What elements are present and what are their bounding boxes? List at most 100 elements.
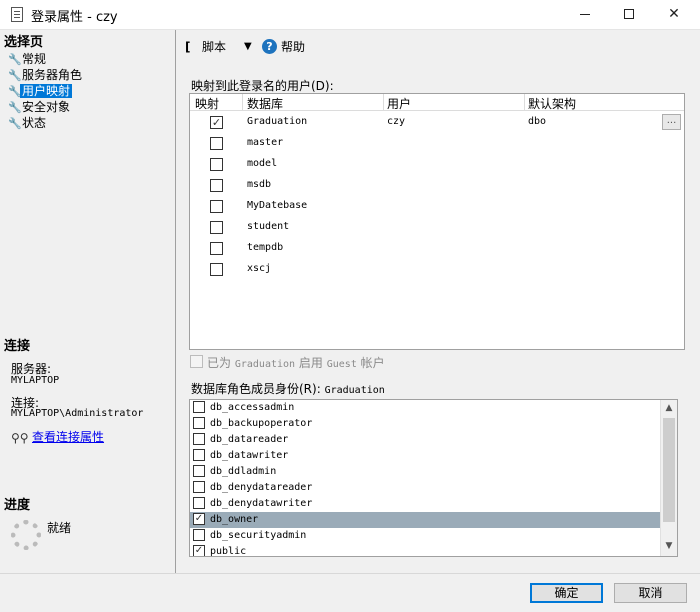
- map-checkbox[interactable]: [210, 179, 223, 192]
- scroll-up-icon[interactable]: ▲: [661, 400, 677, 417]
- database-name: model: [247, 158, 278, 169]
- table-row: msdb: [190, 175, 684, 196]
- list-item[interactable]: db_securityadmin: [190, 528, 662, 544]
- connection-heading: 连接: [4, 339, 31, 354]
- script-icon: [: [185, 40, 191, 54]
- progress-heading: 进度: [4, 498, 31, 513]
- table-row: model: [190, 154, 684, 175]
- table-row: MyDatebase: [190, 196, 684, 217]
- connection-properties-icon: ⚲⚲: [11, 431, 29, 445]
- wrench-icon: 🔧: [8, 117, 22, 130]
- role-checkbox[interactable]: [193, 481, 205, 493]
- table-row: ✓ Graduation czy dbo ...: [190, 112, 684, 133]
- nav-item-status[interactable]: 🔧状态: [8, 115, 50, 131]
- column-header-default-schema[interactable]: 默认架构: [528, 95, 576, 112]
- map-checkbox[interactable]: [210, 242, 223, 255]
- title-bar: 登录属性 - czy ✕: [0, 0, 700, 30]
- role-checkbox[interactable]: [193, 465, 205, 477]
- map-checkbox[interactable]: [210, 221, 223, 234]
- user-name[interactable]: czy: [387, 116, 405, 127]
- map-checkbox[interactable]: [210, 200, 223, 213]
- help-icon[interactable]: ?: [262, 39, 277, 54]
- default-schema[interactable]: dbo: [528, 116, 546, 127]
- scrollbar-thumb[interactable]: [663, 418, 675, 522]
- guest-label: 已为 Graduation 启用 Guest 帐户: [207, 356, 385, 370]
- role-list-scrollbar[interactable]: ▲ ▼: [660, 400, 677, 556]
- nav-item-server-roles[interactable]: 🔧服务器角色: [8, 67, 86, 83]
- map-checkbox[interactable]: [210, 263, 223, 276]
- column-header-database[interactable]: 数据库: [247, 95, 283, 112]
- role-checkbox[interactable]: [193, 417, 205, 429]
- window-title: 登录属性 - czy: [31, 10, 118, 25]
- script-button[interactable]: 脚本: [202, 38, 226, 56]
- map-checkbox[interactable]: ✓: [210, 116, 223, 129]
- guest-checkbox: [190, 355, 203, 368]
- table-row: xscj: [190, 259, 684, 280]
- table-row: master: [190, 133, 684, 154]
- view-connection-properties-link[interactable]: 查看连接属性: [32, 428, 104, 445]
- dialog-button-bar: 确定 取消: [0, 573, 700, 612]
- nav-item-user-mapping[interactable]: 🔧用户映射: [8, 83, 74, 99]
- list-item[interactable]: db_denydatawriter: [190, 496, 662, 512]
- table-row: student: [190, 217, 684, 238]
- role-checkbox[interactable]: [193, 529, 205, 541]
- column-separator: [524, 94, 525, 111]
- close-icon: ✕: [668, 6, 680, 22]
- wrench-icon: 🔧: [8, 101, 22, 114]
- role-checkbox[interactable]: [193, 449, 205, 461]
- role-checkbox[interactable]: [193, 401, 205, 413]
- grid-header: 映射 数据库 用户 默认架构: [190, 94, 684, 111]
- wrench-icon: 🔧: [8, 69, 22, 82]
- chevron-down-icon[interactable]: ▼: [244, 38, 252, 56]
- list-item[interactable]: db_datawriter: [190, 448, 662, 464]
- ok-button[interactable]: 确定: [530, 583, 603, 603]
- wrench-icon: 🔧: [8, 53, 22, 66]
- nav-item-securables[interactable]: 🔧安全对象: [8, 99, 74, 115]
- left-pane: 选择页 🔧常规 🔧服务器角色 🔧用户映射 🔧安全对象 🔧状态 连接 服务器: M…: [0, 30, 176, 573]
- browse-schema-button[interactable]: ...: [662, 114, 681, 130]
- column-header-user[interactable]: 用户: [387, 95, 411, 112]
- role-checkbox[interactable]: [193, 433, 205, 445]
- map-checkbox[interactable]: [210, 158, 223, 171]
- list-item[interactable]: db_backupoperator: [190, 416, 662, 432]
- database-name: Graduation: [247, 116, 308, 127]
- role-membership-label: 数据库角色成员身份(R): Graduation: [191, 382, 385, 396]
- scroll-down-icon[interactable]: ▼: [661, 538, 677, 555]
- minimize-button[interactable]: [562, 0, 608, 30]
- role-membership-list[interactable]: db_accessadmin db_backupoperator db_data…: [189, 399, 678, 557]
- user-mapping-grid: 映射 数据库 用户 默认架构 ✓ Graduation czy dbo ... …: [189, 93, 685, 350]
- server-value: MYLAPTOP: [11, 375, 60, 386]
- select-page-heading: 选择页: [4, 35, 44, 50]
- role-checkbox[interactable]: ✓: [193, 545, 205, 556]
- progress-spinner-icon: [11, 520, 41, 550]
- help-button[interactable]: 帮助: [281, 38, 305, 56]
- maximize-icon: [624, 9, 634, 19]
- table-row: tempdb: [190, 238, 684, 259]
- list-item[interactable]: ✓ db_owner: [190, 512, 662, 528]
- list-item[interactable]: db_datareader: [190, 432, 662, 448]
- nav-item-general[interactable]: 🔧常规: [8, 51, 50, 67]
- wrench-icon: 🔧: [8, 85, 22, 98]
- cancel-button[interactable]: 取消: [614, 583, 687, 603]
- database-name: MyDatebase: [247, 200, 308, 211]
- right-pane: [ 脚本 ▼ ? 帮助 映射到此登录名的用户(D): 映射 数据库 用户 默认架…: [177, 30, 700, 573]
- close-button[interactable]: ✕: [651, 0, 697, 30]
- list-item[interactable]: db_ddladmin: [190, 464, 662, 480]
- column-separator: [242, 94, 243, 111]
- list-item[interactable]: db_accessadmin: [190, 400, 662, 416]
- database-name: msdb: [247, 179, 272, 190]
- app-document-icon: [11, 7, 23, 22]
- list-item[interactable]: db_denydatareader: [190, 480, 662, 496]
- progress-status: 就绪: [47, 521, 72, 535]
- database-name: xscj: [247, 263, 272, 274]
- role-checkbox[interactable]: [193, 497, 205, 509]
- list-item[interactable]: ✓ public: [190, 544, 662, 556]
- maximize-button[interactable]: [606, 0, 652, 30]
- database-name: master: [247, 137, 284, 148]
- column-header-mapped[interactable]: 映射: [195, 95, 219, 112]
- role-checkbox[interactable]: ✓: [193, 513, 205, 525]
- connection-value: MYLAPTOP\Administrator: [11, 408, 144, 419]
- minimize-icon: [580, 13, 590, 15]
- map-checkbox[interactable]: [210, 137, 223, 150]
- database-name: tempdb: [247, 242, 284, 253]
